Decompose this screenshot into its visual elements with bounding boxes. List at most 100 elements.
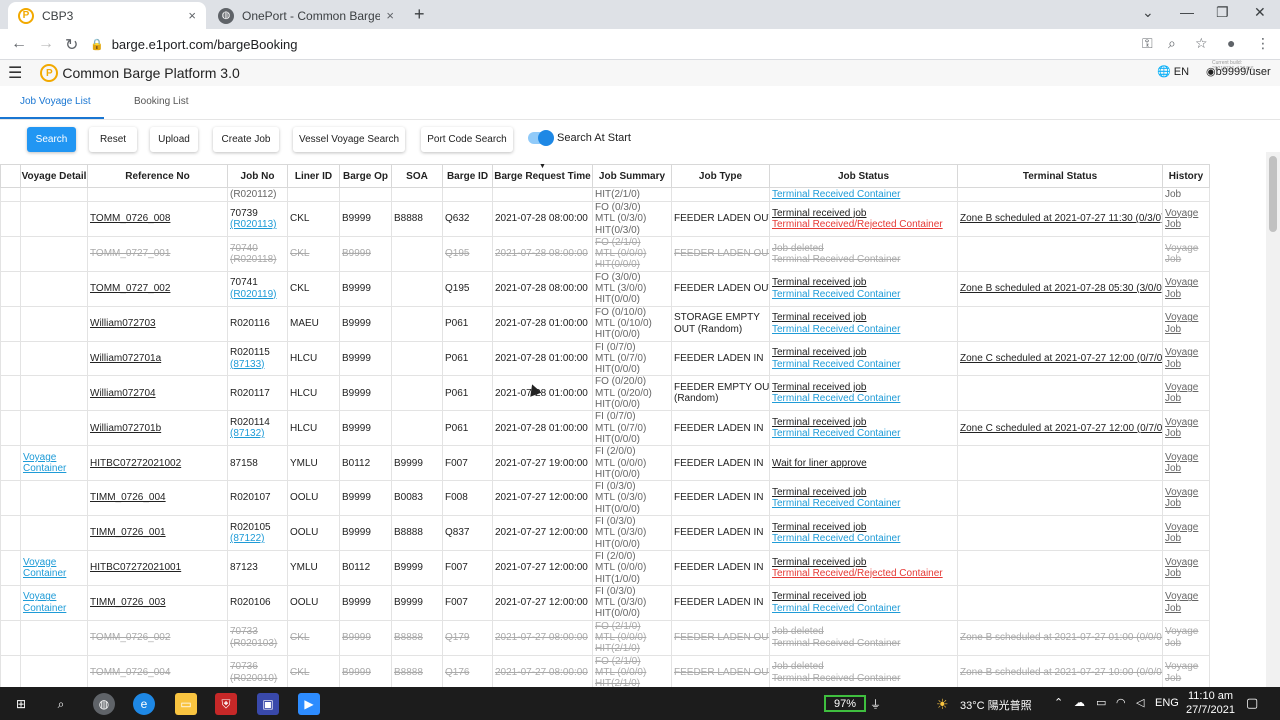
table-row[interactable]: TIMM_0726_001 R020105 (87122) OOLU B9999 B888… [0,515,1210,551]
remote-desktop-icon[interactable]: ▣ [257,693,279,715]
create-job-button[interactable]: Create Job [213,127,279,152]
job-status-cell[interactable]: Job deleted Terminal Received Container [769,235,958,272]
zoom-app-icon[interactable]: ▶ [298,693,320,715]
history-voyage-link[interactable]: Voyage [1165,557,1207,568]
job-ref-link[interactable]: (R020119) [230,289,285,300]
job-status-cell[interactable]: Terminal Received Container [769,187,958,202]
close-tab-icon[interactable]: × [188,8,196,23]
terminal-status-cell[interactable] [957,584,1163,621]
job-status-link[interactable]: Terminal received job [772,417,955,428]
job-ref-link[interactable]: (R020010) [230,673,285,684]
voyage-detail-cell[interactable] [20,235,88,272]
table-row[interactable]: Voyage Container HITBC07272021001 87123 YMLU… [0,549,1210,586]
history-voyage-link[interactable]: Voyage [1165,243,1207,254]
reference-no-cell[interactable]: TOMM_0726_002 [87,619,228,656]
terminal-status-cell[interactable] [957,549,1163,586]
shield-app-icon[interactable]: ⛨ [215,693,237,715]
reference-no-link[interactable]: TIMM_0726_001 [90,527,225,538]
port-code-search-button[interactable]: Port Code Search [421,127,513,152]
vessel-voyage-search-button[interactable]: Vessel Voyage Search [293,127,405,152]
history-job-link[interactable]: Job [1165,568,1207,579]
reload-icon[interactable]: ↻ [65,35,78,55]
table-row[interactable]: TOMM_0727_001 70740 (R020118) CKL B9999 Q195 2… [0,235,1210,272]
reference-no-cell[interactable]: HITBC07272021001 [87,549,228,586]
history-job-link[interactable]: Job [1165,254,1207,265]
terminal-status-cell[interactable] [957,375,1163,412]
container-status-link[interactable]: Terminal Received Container [772,428,955,439]
history-cell[interactable]: Voyage Job [1162,201,1210,237]
table-row[interactable]: William072704 R020117 HLCU B9999 P061 2021-07… [0,375,1210,412]
reference-no-cell[interactable]: TOMM_0727_001 [87,235,228,272]
job-status-cell[interactable]: Wait for liner approve [769,445,958,482]
table-row[interactable]: TIMM_0726_004 R020107 OOLU B9999 B0083 F008 20… [0,480,1210,517]
voyage-detail-cell[interactable]: Voyage Container [20,584,88,621]
chrome-icon[interactable]: ◍ [93,693,115,715]
history-cell[interactable]: Voyage Job [1162,305,1210,342]
terminal-status-cell[interactable]: Zone B scheduled at 2021-07-27 10:00 (0/… [957,654,1163,687]
cloud-icon[interactable]: ☁ [1074,696,1085,709]
job-status-link[interactable]: Terminal received job [772,208,955,219]
search-icon[interactable]: ⌕ [50,693,72,715]
key-icon[interactable]: ⚿ [1142,35,1153,52]
table-row[interactable]: TOMM_0726_002 70733 (R020103) CKL B9999 B8888… [0,619,1210,656]
history-cell[interactable]: Voyage Job [1162,515,1210,551]
battery-icon[interactable]: ▭ [1096,696,1106,709]
history-voyage-link[interactable]: Voyage [1165,487,1207,498]
job-status-link[interactable]: Terminal received job [772,591,955,602]
column-header-barge-request-time[interactable]: ▼ Barge Request Time [492,164,593,188]
job-status-link[interactable]: Terminal received job [772,557,955,568]
container-status-link[interactable]: Terminal Received Container [772,359,955,370]
column-header-job-no[interactable]: Job No [227,164,288,188]
job-status-cell[interactable]: Terminal received job Terminal Received C… [769,340,958,377]
reference-no-cell[interactable]: William072703 [87,305,228,342]
container-status-link[interactable]: Terminal Received Container [772,324,955,335]
history-voyage-link[interactable]: Voyage [1165,522,1207,533]
terminal-status-link[interactable]: Zone B scheduled at 2021-07-27 10:00 (0/… [960,667,1162,678]
reference-no-cell[interactable]: William072701b [87,410,228,447]
new-tab-button[interactable]: + [414,4,425,25]
voyage-detail-cell[interactable] [20,515,88,551]
reference-no-link[interactable]: William072704 [90,388,225,399]
table-row[interactable]: William072701a R020115 (87133) HLCU B9999 P06… [0,340,1210,377]
job-status-cell[interactable]: Job deleted Terminal Received Container [769,654,958,687]
history-voyage-link[interactable]: Voyage [1165,417,1207,428]
job-status-link[interactable]: Wait for liner approve [772,458,955,469]
show-hidden-icons-icon[interactable]: ⌃ [1054,696,1063,709]
table-row[interactable]: William072703 R020116 MAEU B9999 P061 2021-07… [0,305,1210,342]
voyage-detail-cell[interactable] [20,305,88,342]
reference-no-link[interactable]: HITBC07272021001 [90,562,225,573]
close-tab-icon[interactable]: × [386,8,394,23]
reset-button[interactable]: Reset [89,127,137,152]
terminal-status-cell[interactable]: Zone C scheduled at 2021-07-27 12:00 (0/… [957,340,1163,377]
job-status-cell[interactable]: Terminal received job Terminal Received C… [769,305,958,342]
history-job-link[interactable]: Job [1165,428,1207,439]
terminal-status-cell[interactable] [957,235,1163,272]
zoom-icon[interactable]: ⌕ [1168,35,1176,52]
terminal-status-link[interactable]: Zone B scheduled at 2021-07-27 01:00 (0/… [960,632,1162,643]
job-status-cell[interactable]: Terminal received job Terminal Received/R… [769,549,958,586]
history-cell[interactable]: Voyage Job [1162,445,1210,482]
job-status-link[interactable]: Job deleted [772,626,955,637]
container-link[interactable]: Container [23,603,85,614]
container-status-link[interactable]: Terminal Received/Rejected Container [772,568,955,579]
reference-no-cell[interactable]: HITBC07272021002 [87,445,228,482]
table-row[interactable]: Voyage Container TIMM_0726_003 R020106 OOLU B… [0,584,1210,621]
reference-no-cell[interactable]: TIMM_0726_001 [87,515,228,551]
history-cell[interactable]: Voyage Job [1162,270,1210,307]
voyage-link[interactable]: Voyage [23,591,85,602]
history-voyage-link[interactable]: Voyage [1165,661,1207,672]
job-status-cell[interactable]: Terminal received job Terminal Received C… [769,270,958,307]
job-status-cell[interactable]: Terminal received job Terminal Received C… [769,584,958,621]
reference-no-link[interactable]: TOMM_0727_002 [90,283,225,294]
voyage-detail-cell[interactable] [20,619,88,656]
terminal-status-link[interactable]: Zone B scheduled at 2021-07-27 11:30 (0/… [960,213,1162,224]
container-link[interactable]: Container [23,568,85,579]
terminal-status-link[interactable]: Zone C scheduled at 2021-07-27 12:00 (0/… [960,423,1162,434]
job-ref-link[interactable]: (87133) [230,359,285,370]
history-cell[interactable]: Voyage Job [1162,340,1210,377]
container-link[interactable]: Container [23,463,85,474]
bookmark-star-icon[interactable]: ☆ [1195,35,1208,52]
history-job-link[interactable]: Job [1165,463,1207,474]
terminal-status-link[interactable]: Zone C scheduled at 2021-07-27 12:00 (0/… [960,353,1162,364]
battery-indicator[interactable]: 97% [824,695,866,712]
